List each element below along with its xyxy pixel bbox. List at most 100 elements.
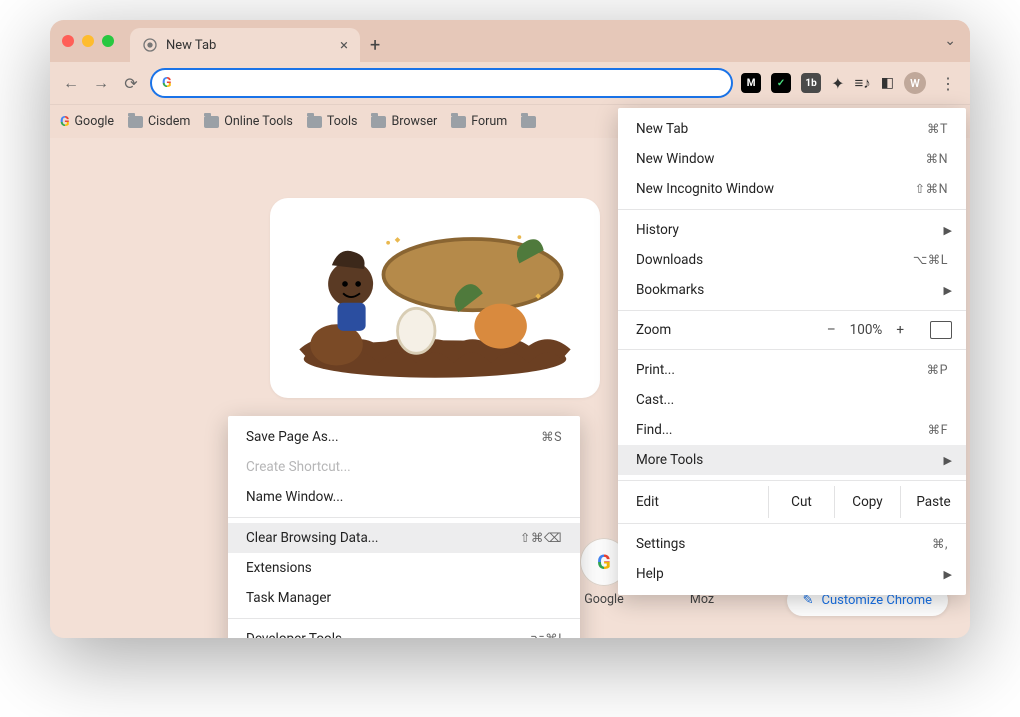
edit-copy-button[interactable]: Copy [834, 486, 900, 518]
profile-avatar[interactable]: W [904, 72, 926, 94]
menu-label: Bookmarks [636, 282, 704, 298]
tabs-overflow-button[interactable]: ⌄ [944, 33, 956, 49]
menu-item-new-window[interactable]: New Window ⌘N [618, 144, 966, 174]
bookmark-google[interactable]: G Google [60, 114, 114, 130]
tab-title: New Tab [166, 38, 216, 53]
side-panel-icon[interactable]: ◧ [881, 75, 894, 91]
menu-label: Zoom [636, 322, 827, 338]
menu-item-bookmarks[interactable]: Bookmarks▶ [618, 275, 966, 305]
menu-label: Help [636, 566, 664, 582]
bookmark-label: Cisdem [148, 114, 190, 129]
menu-item-edit-row: Edit Cut Copy Paste [618, 486, 966, 518]
bookmark-folder-tools[interactable]: Tools [307, 114, 358, 129]
shortcut-label: ⌘S [541, 429, 562, 445]
extension-m-icon[interactable]: M [741, 73, 761, 93]
edit-paste-button[interactable]: Paste [900, 486, 966, 518]
chevron-right-icon: ▶ [944, 454, 952, 467]
menu-item-zoom: Zoom – 100% + [618, 316, 966, 344]
avatar-initial: W [910, 77, 920, 90]
shortcut-label: ⌘F [928, 422, 948, 438]
edit-cut-button[interactable]: Cut [768, 486, 834, 518]
shortcut-label: ⌥⌘I [530, 631, 562, 638]
tab-strip: New Tab × + ⌄ [50, 20, 970, 62]
customize-label: Customize Chrome [821, 593, 932, 608]
tab-close-button[interactable]: × [340, 38, 348, 53]
menu-separator [618, 523, 966, 524]
menu-item-incognito[interactable]: New Incognito Window ⇧⌘N [618, 174, 966, 204]
extensions-puzzle-icon[interactable]: ✦ [831, 74, 844, 93]
submenu-item-developer-tools[interactable]: Developer Tools⌥⌘I [228, 624, 580, 638]
menu-label: History [636, 222, 679, 238]
bookmark-label: Browser [391, 114, 437, 129]
zoom-in-button[interactable]: + [896, 322, 904, 338]
zoom-window-button[interactable] [102, 35, 114, 47]
shortcut-label: ⇧⌘N [915, 181, 948, 197]
browser-tab[interactable]: New Tab × [130, 28, 360, 62]
submenu-item-task-manager[interactable]: Task Manager [228, 583, 580, 613]
doodle-illustration-icon [285, 208, 585, 388]
menu-item-print[interactable]: Print... ⌘P [618, 355, 966, 385]
bookmark-folder-forum[interactable]: Forum [451, 114, 507, 129]
submenu-item-extensions[interactable]: Extensions [228, 553, 580, 583]
pencil-icon: ✎ [803, 593, 814, 608]
address-bar[interactable]: G [150, 68, 733, 98]
menu-label: Find... [636, 422, 673, 438]
overflow-menu-button[interactable]: ⋮ [936, 74, 960, 93]
submenu-item-clear-browsing-data[interactable]: Clear Browsing Data...⇧⌘⌫ [228, 523, 580, 553]
zoom-level-label: 100% [850, 322, 883, 338]
folder-icon [204, 116, 219, 128]
extension-1b-icon[interactable]: 1b [801, 73, 821, 93]
window-controls [62, 35, 114, 47]
extension-check-icon[interactable]: ✓ [771, 73, 791, 93]
new-tab-button[interactable]: + [370, 35, 380, 56]
bookmark-folder-online-tools[interactable]: Online Tools [204, 114, 293, 129]
menu-item-new-tab[interactable]: New Tab⌘T [618, 114, 966, 144]
menu-item-history[interactable]: History▶ [618, 215, 966, 245]
close-window-button[interactable] [62, 35, 74, 47]
reload-button[interactable]: ⟳ [120, 74, 142, 93]
google-favicon-icon: G [60, 114, 70, 130]
shortcut-label: ⌘P [927, 362, 948, 378]
menu-item-settings[interactable]: Settings ⌘, [618, 529, 966, 559]
forward-button[interactable]: → [90, 73, 112, 93]
more-tools-submenu: Save Page As... ⌘S Create Shortcut... Nam… [228, 416, 580, 638]
menu-label: Extensions [246, 560, 312, 576]
shortcut-label: ⇧⌘⌫ [520, 530, 562, 546]
zoom-out-button[interactable]: – [827, 322, 836, 338]
google-doodle[interactable] [270, 198, 600, 398]
browser-window: New Tab × + ⌄ ← → ⟳ G M ✓ 1b ✦ ≡♪ ◧ W ⋮ … [50, 20, 970, 638]
menu-label: Downloads [636, 252, 703, 268]
submenu-item-save-page[interactable]: Save Page As... ⌘S [228, 422, 580, 452]
menu-item-downloads[interactable]: Downloads ⌥⌘L [618, 245, 966, 275]
google-icon: G [597, 550, 611, 574]
media-control-icon[interactable]: ≡♪ [855, 74, 871, 92]
menu-label: Create Shortcut... [246, 459, 351, 475]
folder-icon [128, 116, 143, 128]
menu-label: New Window [636, 151, 714, 167]
menu-item-cast[interactable]: Cast... [618, 385, 966, 415]
submenu-item-name-window[interactable]: Name Window... [228, 482, 580, 512]
shortcut-label: ⌘, [932, 536, 948, 552]
minimize-window-button[interactable] [82, 35, 94, 47]
menu-label: Task Manager [246, 590, 331, 606]
menu-item-more-tools[interactable]: More Tools▶ [618, 445, 966, 475]
tab-favicon-icon [142, 37, 158, 53]
menu-label: Name Window... [246, 489, 343, 505]
folder-icon [521, 116, 536, 128]
shortcut-label: ⌘N [926, 151, 948, 167]
menu-separator [228, 517, 580, 518]
submenu-item-create-shortcut: Create Shortcut... [228, 452, 580, 482]
fullscreen-icon[interactable] [930, 321, 952, 339]
bookmark-folder-truncated[interactable] [521, 116, 536, 128]
bookmark-folder-cisdem[interactable]: Cisdem [128, 114, 190, 129]
menu-item-find[interactable]: Find... ⌘F [618, 415, 966, 445]
menu-label: New Incognito Window [636, 181, 774, 197]
menu-label: Settings [636, 536, 685, 552]
shortcut-label: ⌥⌘L [913, 252, 948, 268]
bookmark-folder-browser[interactable]: Browser [371, 114, 437, 129]
menu-item-help[interactable]: Help▶ [618, 559, 966, 589]
menu-label: Print... [636, 362, 675, 378]
menu-label: Save Page As... [246, 429, 339, 445]
back-button[interactable]: ← [60, 73, 82, 93]
bookmark-label: Tools [327, 114, 358, 129]
